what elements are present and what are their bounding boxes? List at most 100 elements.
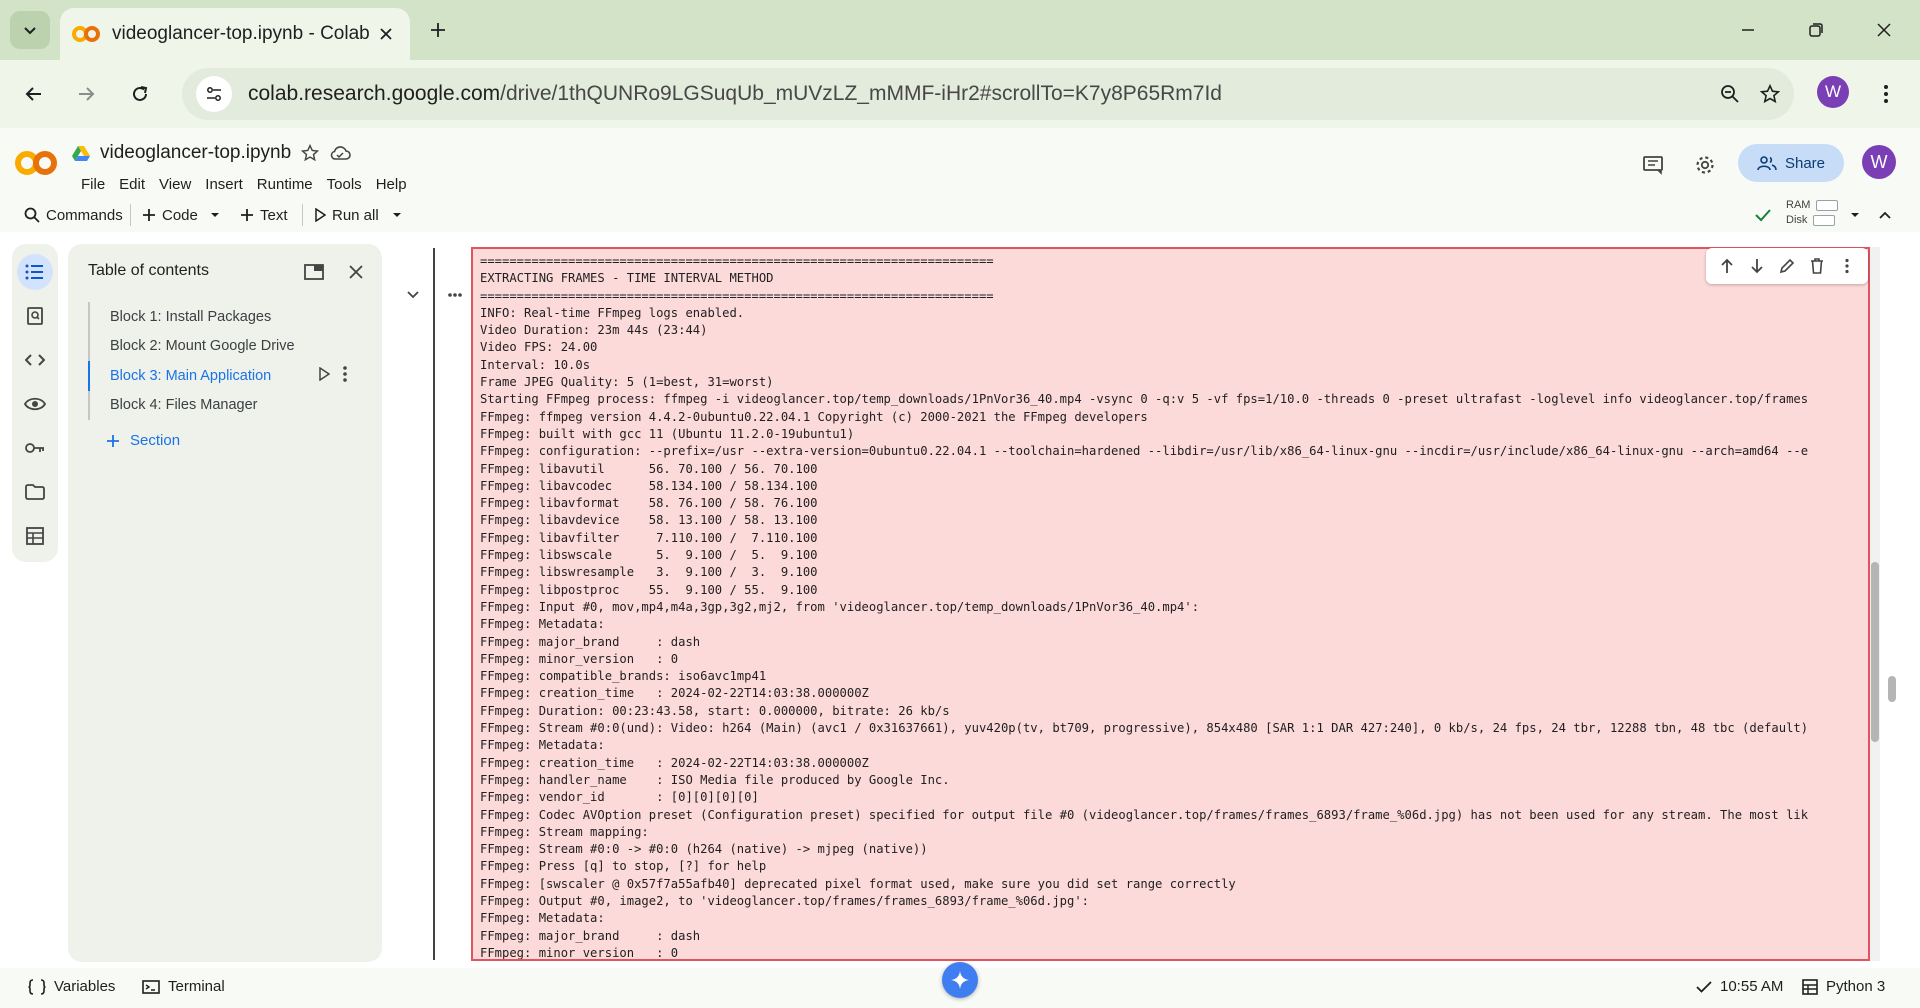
table-icon [26,527,44,545]
toc-rail-button[interactable] [17,254,53,290]
close-window-button[interactable] [1866,14,1902,46]
code-dropdown-button[interactable] [210,202,220,228]
output-line: Video Duration: 23m 44s (23:44) [480,323,708,338]
restore-button[interactable] [1798,14,1834,46]
gemini-button[interactable] [942,962,978,998]
cell-toolbar [1706,248,1868,284]
runtime-dropdown-button[interactable] [1850,202,1860,228]
zoom-icon[interactable] [1714,78,1746,110]
output-line: FFmpeg: libavfilter 7.110.100 / 7.110.10… [480,530,818,545]
tab-search-button[interactable] [10,11,50,49]
collapse-output-icon[interactable] [402,284,424,306]
comments-icon[interactable] [1636,148,1670,182]
output-line: FFmpeg: libavformat 58. 76.100 / 58. 76.… [480,496,818,511]
output-line: FFmpeg: Metadata: [480,911,605,926]
menu-runtime[interactable]: Runtime [250,172,320,197]
url-host: colab.research.google.com [248,82,501,105]
edit-pencil-icon[interactable] [1776,255,1798,277]
minimize-button[interactable] [1730,14,1766,46]
delete-trash-icon[interactable] [1806,255,1828,277]
add-text-button[interactable]: Text [240,202,288,228]
chevron-up-icon [1879,211,1891,219]
resource-monitor[interactable]: RAM Disk [1786,198,1839,228]
curly-braces-icon [28,978,46,995]
move-down-icon[interactable] [1746,255,1768,277]
add-section-button[interactable]: Section [106,432,180,449]
commands-button[interactable]: Commands [24,202,123,228]
output-line: FFmpeg: libpostproc 55. 9.100 / 55. 9.10… [480,582,818,597]
notebook-title[interactable]: videoglancer-top.ipynb [100,142,291,164]
output-line: FFmpeg: major_brand : dash [480,634,701,649]
minimize-icon [1742,29,1754,31]
reload-icon [133,86,148,101]
output-line: FFmpeg: major_brand : dash [480,928,701,943]
menu-file[interactable]: File [74,172,112,197]
move-up-icon[interactable] [1716,255,1738,277]
bookmark-star-icon[interactable] [1754,78,1786,110]
arrow-left-icon [25,87,41,101]
back-button[interactable] [14,74,54,114]
terminal-button[interactable]: Terminal [142,978,225,995]
google-drive-icon [72,146,90,161]
secrets-rail-button[interactable] [17,430,53,466]
tab-close-icon[interactable] [374,22,398,46]
menu-view[interactable]: View [152,172,198,197]
toc-item-files-manager[interactable]: Block 4: Files Manager [90,391,358,421]
cell-output-error[interactable]: ========================================… [471,247,1870,961]
plus-icon [107,434,119,447]
execution-status[interactable]: 10:55 AM [1696,978,1783,995]
variables-button[interactable]: Variables [28,978,115,995]
table-icon [1802,978,1818,995]
toc-item-mount-drive[interactable]: Block 2: Mount Google Drive [90,332,358,362]
url-omnibox[interactable]: colab.research.google.com/drive/1thQUNRo… [182,68,1794,120]
toc-item-label: Block 2: Mount Google Drive [110,338,295,355]
browser-menu-button[interactable] [1866,74,1906,114]
menu-edit[interactable]: Edit [112,172,152,197]
more-vertical-icon[interactable] [342,365,348,383]
terminal-label: Terminal [168,978,225,995]
output-actions-icon[interactable] [444,284,466,306]
menu-tools[interactable]: Tools [320,172,369,197]
account-avatar[interactable]: W [1862,145,1896,179]
cell-gutter [433,248,435,960]
kernel-status[interactable]: Python 3 [1802,978,1885,995]
find-rail-button[interactable] [17,298,53,334]
run-all-dropdown-button[interactable] [392,202,402,228]
new-tab-button[interactable] [424,16,452,44]
browser-profile-avatar[interactable]: W [1817,76,1849,108]
menu-insert[interactable]: Insert [198,172,250,197]
output-line: FFmpeg: libavdevice 58. 13.100 / 58. 13.… [480,513,818,528]
open-in-tab-icon[interactable] [300,258,328,286]
add-code-button[interactable]: Code [142,202,198,228]
variables-rail-button[interactable] [17,386,53,422]
more-vertical-icon[interactable] [1836,255,1858,277]
settings-gear-icon[interactable] [1688,148,1722,182]
menu-help[interactable]: Help [369,172,414,197]
more-vertical-icon [1884,85,1888,103]
url-text: colab.research.google.com/drive/1thQUNRo… [248,82,1222,106]
browser-tab[interactable]: videoglancer-top.ipynb - Colab [60,8,410,60]
collapse-header-button[interactable] [1878,202,1892,228]
toc-item-main-application[interactable]: Block 3: Main Application [88,361,358,391]
share-button[interactable]: Share [1738,144,1844,182]
star-icon[interactable] [301,144,320,162]
run-section-play-icon[interactable] [318,367,330,381]
run-all-button[interactable]: Run all [314,202,379,228]
code-snippets-rail-button[interactable] [17,342,53,378]
page-scrollbar-thumb[interactable] [1888,676,1896,702]
colab-logo-icon[interactable] [14,148,58,178]
reload-button[interactable] [120,74,160,114]
notebook-toolbar: Commands Code Text Run all RAM Disk [0,196,1920,232]
output-scrollbar-thumb[interactable] [1871,562,1879,742]
forward-button[interactable] [66,74,106,114]
output-line: FFmpeg: Output #0, image2, to 'videoglan… [480,893,1090,908]
eye-icon [24,397,46,411]
files-rail-button[interactable] [17,474,53,510]
close-panel-icon[interactable] [342,258,370,286]
site-info-icon[interactable] [196,76,232,112]
cloud-icon[interactable] [329,145,351,161]
toc-item-install-packages[interactable]: Block 1: Install Packages [90,302,358,332]
output-line: FFmpeg: Stream mapping: [480,824,649,839]
output-line: FFmpeg: Metadata: [480,738,605,753]
data-table-rail-button[interactable] [17,518,53,554]
